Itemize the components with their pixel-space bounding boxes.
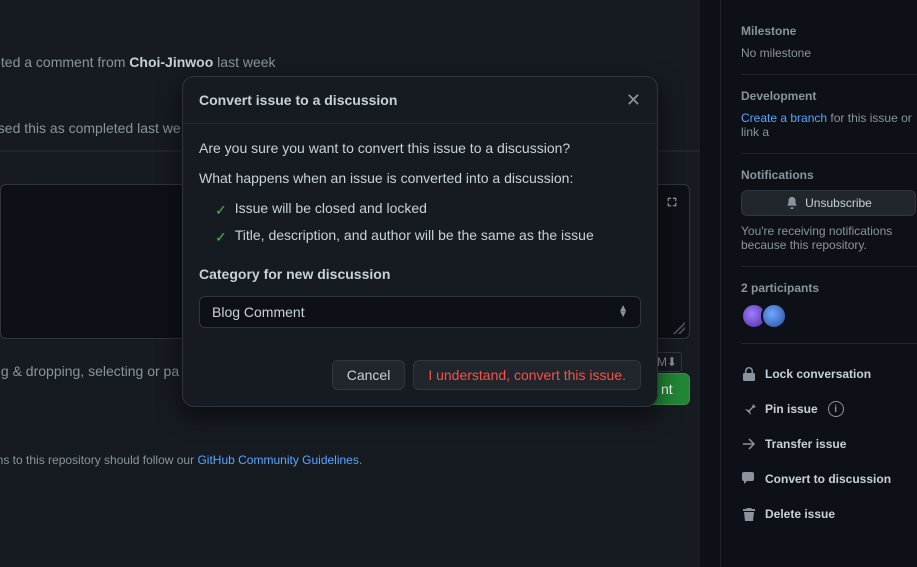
user-mention[interactable]: Choi-Jinwoo	[129, 54, 213, 70]
unsubscribe-button[interactable]: Unsubscribe	[741, 190, 916, 216]
text: last week	[213, 54, 275, 70]
pin-issue-action[interactable]: Pin issue i	[741, 401, 844, 417]
development-heading: Development	[741, 89, 917, 103]
participants-section: 2 participants	[741, 281, 917, 344]
list-item: ✓ Issue will be closed and locked	[215, 200, 641, 219]
lock-conversation-action[interactable]: Lock conversation	[741, 366, 871, 382]
guidelines-link[interactable]: GitHub Community Guidelines	[197, 453, 358, 467]
development-section: Development Create a branch for this iss…	[741, 89, 917, 154]
sidebar: Milestone No milestone Development Creat…	[720, 0, 917, 567]
milestone-value: No milestone	[741, 46, 917, 60]
confirm-question: Are you sure you want to convert this is…	[199, 140, 641, 156]
consequences-list: ✓ Issue will be closed and locked ✓ Titl…	[215, 200, 641, 246]
issue-actions: Lock conversation Pin issue i Transfer i…	[741, 358, 917, 533]
check-icon: ✓	[215, 202, 227, 219]
create-branch-link[interactable]: Create a branch	[741, 111, 827, 125]
transfer-issue-action[interactable]: Transfer issue	[741, 436, 846, 452]
list-item: ✓ Title, description, and author will be…	[215, 227, 641, 246]
text: leted a comment from	[0, 54, 129, 70]
participants-heading: 2 participants	[741, 281, 917, 295]
pin-icon	[741, 401, 757, 417]
delete-issue-action[interactable]: Delete issue	[741, 506, 835, 522]
confirm-convert-button[interactable]: I understand, convert this issue.	[413, 360, 641, 390]
convert-discussion-modal: Convert issue to a discussion ✕ Are you …	[182, 76, 658, 407]
what-happens-label: What happens when an issue is converted …	[199, 170, 641, 186]
development-text: Create a branch for this issue or link a	[741, 111, 917, 139]
trash-icon	[741, 506, 757, 522]
notifications-section: Notifications Unsubscribe You're receivi…	[741, 168, 917, 267]
expand-icon[interactable]	[665, 195, 679, 214]
timeline-event: leted a comment from Choi-Jinwoo last we…	[0, 46, 700, 78]
action-label: Lock conversation	[765, 367, 871, 381]
check-icon: ✓	[215, 229, 227, 246]
category-label: Category for new discussion	[199, 266, 641, 282]
modal-footer: Cancel I understand, convert this issue.	[183, 344, 657, 406]
select-value: Blog Comment	[212, 304, 305, 320]
modal-title: Convert issue to a discussion	[199, 92, 397, 108]
action-label: Convert to discussion	[765, 472, 891, 486]
guidelines-text: ons to this repository should follow our…	[0, 453, 700, 467]
category-select[interactable]: Blog Comment ▲▼	[199, 296, 641, 328]
info-icon[interactable]: i	[828, 401, 844, 417]
arrow-right-icon	[741, 436, 757, 452]
action-label: Delete issue	[765, 507, 835, 521]
participants-avatars	[741, 303, 917, 329]
bell-slash-icon	[785, 196, 799, 210]
action-label: Transfer issue	[765, 437, 846, 451]
cancel-button[interactable]: Cancel	[332, 360, 406, 390]
text: ons to this repository should follow our	[0, 453, 197, 467]
resize-handle-icon[interactable]	[673, 322, 685, 334]
milestone-heading: Milestone	[741, 24, 917, 38]
discussion-icon	[741, 471, 757, 487]
milestone-section: Milestone No milestone	[741, 24, 917, 75]
bullet-text: Title, description, and author will be t…	[235, 227, 594, 243]
chevron-updown-icon: ▲▼	[618, 306, 628, 318]
convert-discussion-action[interactable]: Convert to discussion	[741, 471, 891, 487]
bullet-text: Issue will be closed and locked	[235, 200, 427, 216]
close-icon[interactable]: ✕	[626, 91, 641, 109]
avatar[interactable]	[761, 303, 787, 329]
notifications-heading: Notifications	[741, 168, 917, 182]
lock-icon	[741, 366, 757, 382]
unsubscribe-label: Unsubscribe	[805, 196, 872, 210]
text: .	[359, 453, 362, 467]
notifications-reason: You're receiving notifications because t…	[741, 224, 917, 252]
action-label: Pin issue	[765, 402, 818, 416]
modal-header: Convert issue to a discussion ✕	[183, 77, 657, 124]
modal-body: Are you sure you want to convert this is…	[183, 124, 657, 344]
